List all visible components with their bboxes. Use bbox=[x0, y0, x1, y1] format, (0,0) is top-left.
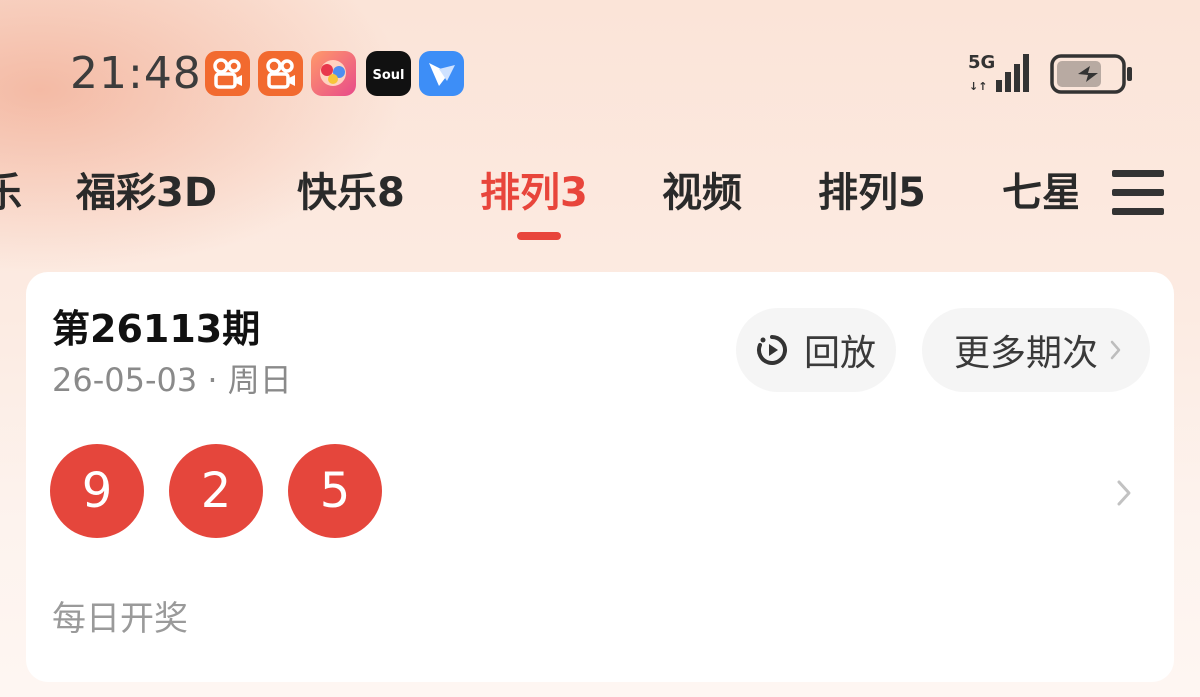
winning-number-ball: 2 bbox=[169, 444, 263, 538]
more-issues-button[interactable]: 更多期次 bbox=[922, 308, 1150, 392]
issue-title: 第26113期 bbox=[52, 307, 261, 351]
status-time: 21:48 bbox=[70, 48, 202, 99]
kuaishou-icon bbox=[258, 51, 303, 96]
tab-pailie-5[interactable]: 排列5 bbox=[818, 165, 926, 221]
menu-icon[interactable] bbox=[1112, 170, 1164, 216]
chevron-right-icon bbox=[1110, 340, 1121, 360]
tab-fucai-3d[interactable]: 福彩3D bbox=[76, 165, 217, 221]
winning-number-ball: 9 bbox=[50, 444, 144, 538]
tab-daletou[interactable]: 大乐透 bbox=[0, 165, 22, 221]
tab-kuaile-8[interactable]: 快乐8 bbox=[297, 165, 405, 221]
more-issues-label: 更多期次 bbox=[954, 333, 1099, 374]
chevron-right-icon[interactable] bbox=[1114, 476, 1136, 510]
tab-pailie-3[interactable]: 排列3 bbox=[480, 165, 588, 221]
replay-icon bbox=[757, 335, 787, 365]
winning-number-ball: 5 bbox=[288, 444, 382, 538]
replay-button[interactable]: 回放 bbox=[736, 308, 896, 392]
tab-video[interactable]: 视频 bbox=[662, 165, 742, 221]
battery-charging-icon bbox=[1050, 54, 1132, 94]
kuaishou-icon bbox=[205, 51, 250, 96]
soul-icon: Soul bbox=[366, 51, 411, 96]
svg-text:5G: 5G bbox=[968, 52, 995, 73]
tab-qixingcai[interactable]: 七星彩 bbox=[1002, 165, 1078, 221]
issue-date: 26-05-03 · 周日 bbox=[52, 361, 292, 399]
tab-label: 大乐透 bbox=[0, 170, 22, 216]
cellular-signal-icon: 5G ↓↑ bbox=[968, 52, 1029, 93]
replay-label: 回放 bbox=[804, 333, 877, 374]
svg-text:↓↑: ↓↑ bbox=[969, 80, 987, 93]
game-app-icon bbox=[311, 51, 356, 96]
draw-frequency-label: 每日开奖 bbox=[52, 599, 188, 639]
soul-icon-label: Soul bbox=[372, 68, 404, 83]
tab-label: 七星彩 bbox=[1002, 170, 1078, 216]
feishu-icon bbox=[419, 51, 464, 96]
active-tab-indicator bbox=[517, 232, 561, 240]
